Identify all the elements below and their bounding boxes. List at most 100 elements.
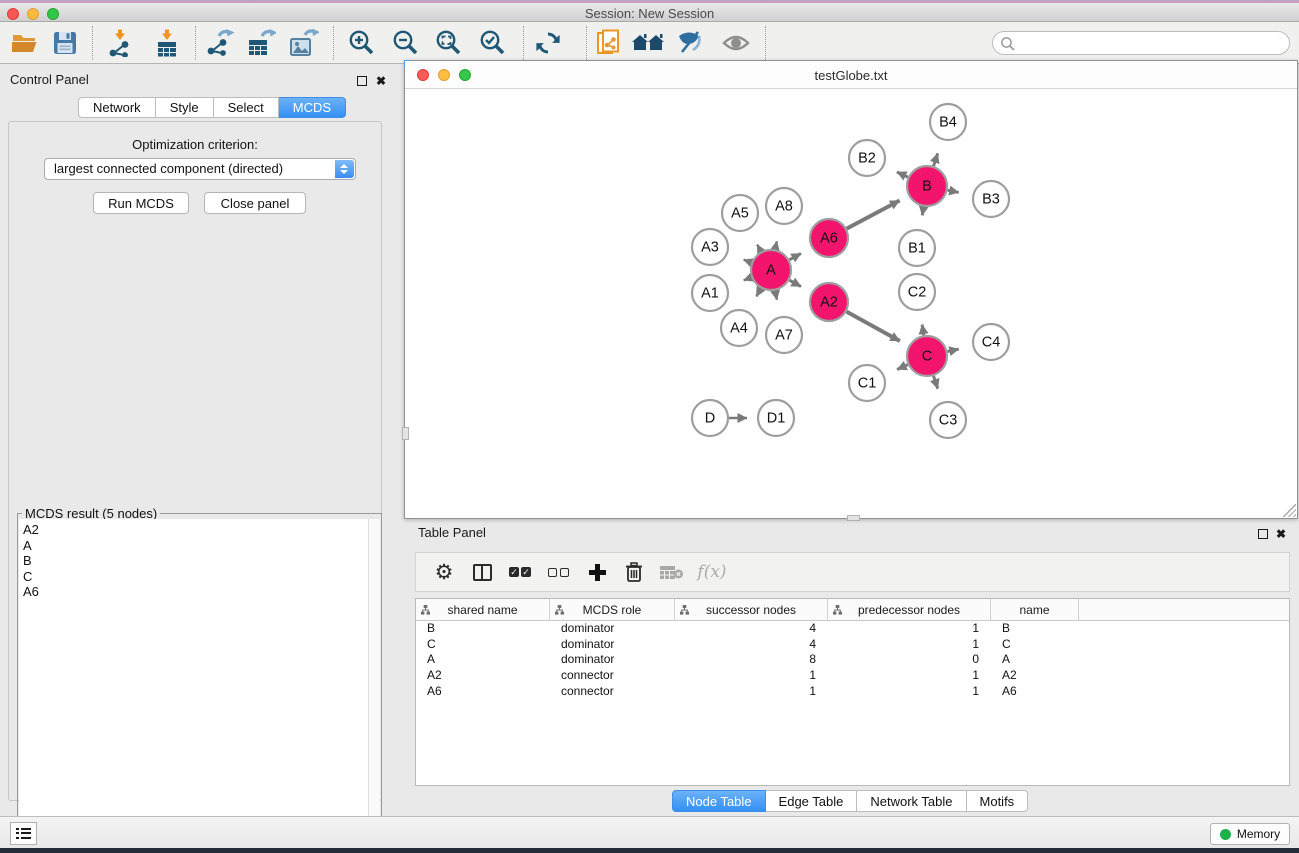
table-panel-close-button[interactable]: ✖	[1276, 525, 1286, 543]
graph-node-C4[interactable]: C4	[973, 324, 1009, 360]
table-cell[interactable]: 4	[675, 637, 828, 653]
mcds-result-item[interactable]: A6	[23, 584, 368, 600]
zoom-in-button[interactable]	[344, 27, 378, 59]
refresh-button[interactable]	[531, 27, 565, 59]
table-cell[interactable]: A	[991, 652, 1079, 668]
table-cell[interactable]: C	[416, 637, 550, 653]
network-canvas[interactable]: B4B2BB3A8A5A6A3B1AA1C2A2A4A7C4CC1C3DD1	[405, 89, 1297, 518]
graph-edge-C-C3[interactable]	[934, 376, 938, 389]
export-image-button[interactable]	[287, 27, 321, 59]
tab-edge-table[interactable]: Edge Table	[766, 790, 858, 812]
graph-edge-B-B4[interactable]	[934, 153, 938, 166]
table-row[interactable]: A6connector11A6	[416, 684, 1289, 700]
graph-node-B3[interactable]: B3	[973, 181, 1009, 217]
table-cell[interactable]: 1	[828, 684, 991, 700]
tab-network-table[interactable]: Network Table	[857, 790, 966, 812]
graph-node-B2[interactable]: B2	[849, 140, 885, 176]
graph-edge-B-B1[interactable]	[922, 207, 923, 216]
mcds-result-scrollbar[interactable]	[368, 519, 380, 853]
table-cell[interactable]: 0	[828, 652, 991, 668]
table-cell[interactable]: 4	[675, 621, 828, 637]
column-header-shared-name[interactable]: shared name	[416, 599, 550, 621]
graph-edge-A-A6[interactable]	[789, 253, 801, 259]
control-panel-float-button[interactable]	[357, 73, 367, 91]
zoom-out-button[interactable]	[388, 27, 422, 59]
clear-table-button[interactable]	[654, 553, 690, 591]
table-row[interactable]: Bdominator41B	[416, 621, 1289, 637]
graph-node-C[interactable]: C	[907, 336, 947, 376]
graph-edge-A6-B[interactable]	[847, 201, 900, 229]
new-network-button[interactable]	[592, 27, 626, 59]
close-panel-button[interactable]: Close panel	[204, 192, 306, 214]
table-cell[interactable]: A6	[416, 684, 550, 700]
zoom-fit-button[interactable]	[431, 27, 465, 59]
graph-edge-A-A2[interactable]	[789, 280, 801, 286]
table-cell[interactable]: 1	[675, 684, 828, 700]
graph-node-B[interactable]: B	[907, 166, 947, 206]
graph-node-C3[interactable]: C3	[930, 402, 966, 438]
select-all-button[interactable]: ✓✓	[504, 553, 536, 591]
table-cell[interactable]: 1	[828, 637, 991, 653]
task-history-button[interactable]	[10, 822, 37, 845]
apply-function-button[interactable]: f(x)	[692, 553, 732, 591]
mcds-result-item[interactable]: A	[23, 538, 368, 554]
column-header-name[interactable]: name	[991, 599, 1079, 621]
table-row[interactable]: Adominator80A	[416, 652, 1289, 668]
table-cell[interactable]: A2	[991, 668, 1079, 684]
table-cell[interactable]: dominator	[550, 637, 675, 653]
tab-network[interactable]: Network	[78, 97, 156, 118]
import-table-button[interactable]	[150, 27, 184, 59]
table-cell[interactable]: dominator	[550, 621, 675, 637]
table-row[interactable]: A2connector11A2	[416, 668, 1289, 684]
table-settings-button[interactable]: ⚙	[428, 553, 460, 591]
table-panel-float-button[interactable]	[1258, 526, 1268, 544]
graph-node-D1[interactable]: D1	[758, 400, 794, 436]
hide-selected-button[interactable]	[673, 27, 707, 59]
graph-edge-A-A1[interactable]	[744, 277, 752, 280]
graph-node-A1[interactable]: A1	[692, 275, 728, 311]
export-network-button[interactable]	[203, 27, 237, 59]
panel-grab-handle-left[interactable]	[402, 427, 409, 440]
graph-edge-A-A7[interactable]	[775, 291, 777, 300]
tab-style[interactable]: Style	[156, 97, 214, 118]
graph-node-A4[interactable]: A4	[721, 310, 757, 346]
graph-node-A3[interactable]: A3	[692, 229, 728, 265]
graph-node-A7[interactable]: A7	[766, 317, 802, 353]
import-network-button[interactable]	[103, 27, 137, 59]
show-columns-button[interactable]	[466, 553, 498, 591]
table-cell[interactable]: 1	[828, 668, 991, 684]
control-panel-close-button[interactable]: ✖	[376, 72, 386, 90]
graph-edge-C-C2[interactable]	[922, 325, 924, 336]
graph-node-A[interactable]: A	[751, 250, 791, 290]
table-cell[interactable]: B	[991, 621, 1079, 637]
table-cell[interactable]: connector	[550, 668, 675, 684]
table-cell[interactable]: A6	[991, 684, 1079, 700]
window-resize-grip[interactable]	[1283, 504, 1296, 517]
panel-grab-handle-bottom[interactable]	[847, 515, 860, 521]
table-cell[interactable]: A	[416, 652, 550, 668]
graph-edge-B-B2[interactable]	[897, 172, 908, 177]
run-mcds-button[interactable]: Run MCDS	[93, 192, 189, 214]
criterion-select[interactable]: largest connected component (directed)	[44, 158, 356, 180]
open-session-button[interactable]	[8, 27, 42, 59]
table-cell[interactable]: B	[416, 621, 550, 637]
graph-edge-A-A3[interactable]	[744, 260, 752, 263]
graph-node-C1[interactable]: C1	[849, 365, 885, 401]
table-cell[interactable]: 1	[828, 621, 991, 637]
graph-node-D[interactable]: D	[692, 400, 728, 436]
table-row[interactable]: Cdominator41C	[416, 637, 1289, 653]
zoom-selected-button[interactable]	[475, 27, 509, 59]
save-session-button[interactable]	[48, 27, 82, 59]
table-cell[interactable]: A2	[416, 668, 550, 684]
tab-select[interactable]: Select	[214, 97, 279, 118]
graph-edge-C-C4[interactable]	[948, 349, 959, 351]
graph-node-A8[interactable]: A8	[766, 188, 802, 224]
tab-mcds[interactable]: MCDS	[279, 97, 346, 118]
graph-edge-A-A8[interactable]	[775, 241, 777, 249]
graph-node-A6[interactable]: A6	[810, 219, 848, 257]
graph-edge-C-C1[interactable]	[897, 365, 908, 370]
first-neighbors-button[interactable]	[631, 27, 665, 59]
export-table-button[interactable]	[244, 27, 278, 59]
mcds-result-item[interactable]: A2	[23, 522, 368, 538]
mcds-result-item[interactable]: C	[23, 569, 368, 585]
